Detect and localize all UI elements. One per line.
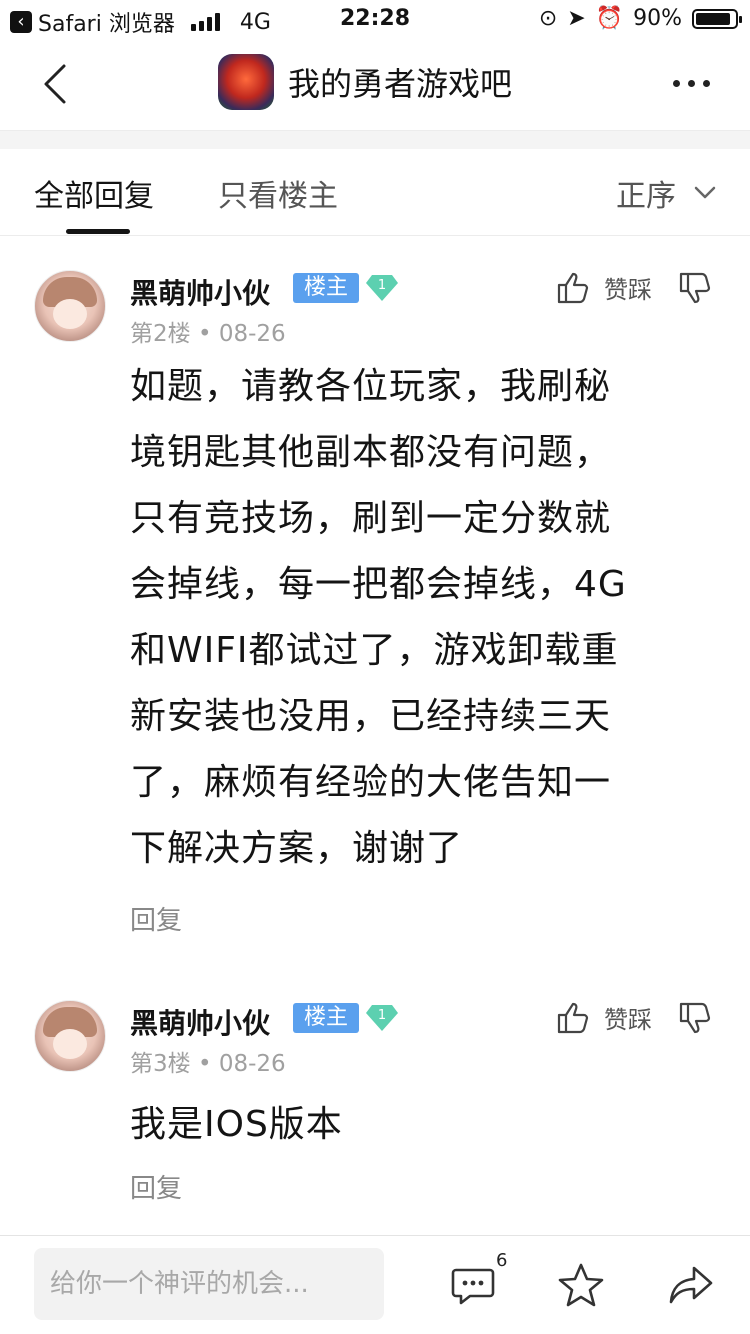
level-badge-icon: 1: [366, 1005, 398, 1031]
vote-controls: 赞踩: [556, 1000, 712, 1035]
comment-input[interactable]: 给你一个神评的机会...: [34, 1248, 384, 1320]
share-icon[interactable]: [668, 1262, 714, 1308]
divider: [0, 131, 750, 149]
thumbs-down-icon[interactable]: [678, 271, 712, 305]
avatar[interactable]: [34, 270, 106, 342]
nav-bar: 我的勇者游戏吧: [0, 40, 750, 131]
bottom-bar: 给你一个神评的机会... 6: [0, 1235, 750, 1334]
back-icon[interactable]: [40, 62, 70, 106]
post-meta: 第2楼 • 08-26: [130, 321, 286, 347]
post-date: 08-26: [218, 321, 286, 347]
level-badge-icon: 1: [366, 275, 398, 301]
tab-all-replies[interactable]: 全部回复: [34, 171, 154, 215]
vote-label: 赞踩: [604, 276, 652, 304]
comment-count: 6: [496, 1250, 508, 1271]
reply-button[interactable]: 回复: [130, 1168, 182, 1205]
sort-label: 正序: [616, 179, 676, 214]
content-line: 只有竞技场，刷到一定分数就: [130, 498, 612, 539]
post-date: 08-26: [218, 1051, 286, 1077]
rotation-lock-icon: ⊙: [538, 6, 558, 31]
chevron-down-icon: [694, 186, 716, 199]
floor-number: 第3楼: [130, 1051, 191, 1077]
vote-controls: 赞踩: [556, 270, 712, 305]
post-meta: 第3楼 • 08-26: [130, 1051, 286, 1077]
sort-dropdown[interactable]: 正序: [616, 171, 716, 215]
svg-text:1: 1: [378, 1008, 386, 1023]
content-line: 如题，请教各位玩家，我刷秘: [130, 366, 612, 407]
status-bar: ‹ Safari 浏览器 4G 22:28 ⊙ ➤ ⏰ 90%: [0, 0, 750, 40]
post-content: 如题，请教各位玩家，我刷秘 境钥匙其他副本都没有问题， 只有竞技场，刷到一定分数…: [130, 354, 720, 882]
owner-badge: 楼主: [293, 1003, 359, 1033]
forum-logo[interactable]: [218, 54, 274, 110]
content-line: 下解决方案，谢谢了: [130, 828, 464, 869]
username[interactable]: 黑萌帅小伙: [130, 272, 270, 312]
content-line: 新安装也没用，已经持续三天: [130, 696, 612, 737]
reply-tabs: 全部回复 只看楼主 正序: [0, 149, 750, 236]
thumbs-down-icon[interactable]: [678, 1001, 712, 1035]
content-line: 境钥匙其他副本都没有问题，: [130, 432, 612, 473]
avatar[interactable]: [34, 1000, 106, 1072]
post-floor-3: 黑萌帅小伙 楼主 1 第3楼 • 08-26 赞踩 我是IOS版本 回复: [0, 966, 750, 1226]
content-line: 了，麻烦有经验的大佬告知一: [130, 762, 612, 803]
alarm-icon: ⏰: [595, 6, 624, 31]
content-line: 我是IOS版本: [130, 1104, 343, 1145]
username[interactable]: 黑萌帅小伙: [130, 1002, 270, 1042]
more-icon[interactable]: [673, 80, 710, 87]
battery-icon: [692, 8, 742, 29]
comment-icon[interactable]: [450, 1262, 496, 1308]
page-title[interactable]: 我的勇者游戏吧: [288, 59, 512, 105]
floor-number: 第2楼: [130, 321, 191, 347]
post-floor-2: 黑萌帅小伙 楼主 1 第2楼 • 08-26 赞踩 如题，请教各位玩家，我刷秘 …: [0, 236, 750, 966]
reply-button[interactable]: 回复: [130, 900, 182, 937]
vote-label: 赞踩: [604, 1006, 652, 1034]
location-icon: ➤: [567, 6, 586, 31]
battery-percent: 90%: [633, 6, 682, 31]
svg-text:1: 1: [378, 278, 386, 293]
content-line: 会掉线，每一把都会掉线，4G: [130, 564, 627, 605]
star-icon[interactable]: [558, 1262, 604, 1308]
owner-badge: 楼主: [293, 273, 359, 303]
active-tab-indicator: [66, 229, 130, 234]
thumbs-up-icon[interactable]: [556, 1001, 590, 1035]
content-line: 和WIFI都试过了，游戏卸载重: [130, 630, 619, 671]
thumbs-up-icon[interactable]: [556, 271, 590, 305]
post-content: 我是IOS版本: [130, 1092, 720, 1158]
tab-owner-only[interactable]: 只看楼主: [218, 171, 338, 215]
